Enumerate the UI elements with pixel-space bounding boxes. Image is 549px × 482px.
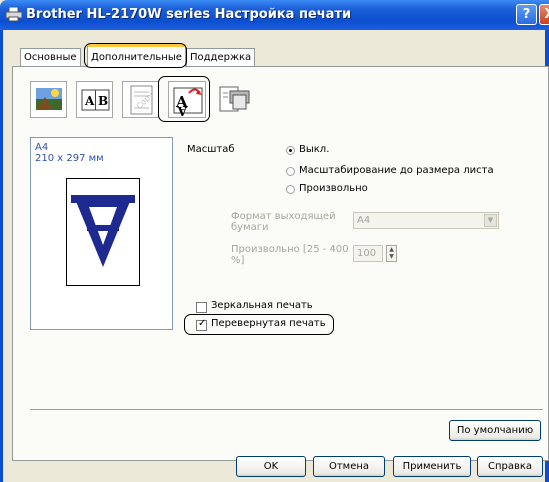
reverse-print-highlight-callout <box>184 314 334 335</box>
preview-paper-name: A4 <box>35 142 49 153</box>
output-paper-label: Формат выходящей бумаги <box>231 211 336 233</box>
divider <box>30 409 543 411</box>
free-scale-label: Произвольно [25 - 400 %] <box>231 244 349 266</box>
quality-tool-button[interactable] <box>30 81 67 118</box>
spin-up-icon[interactable]: ▲ <box>387 246 396 253</box>
window-title: Brother HL-2170W series Настройка печати <box>26 7 352 22</box>
window-border-left <box>0 30 3 482</box>
mirror-print-checkbox[interactable] <box>196 302 207 313</box>
quality-icon <box>36 88 62 110</box>
tab-basic[interactable]: Основные <box>20 48 81 66</box>
scaling-fit-radio[interactable] <box>286 167 295 176</box>
tab-support[interactable]: Поддержка <box>186 48 256 66</box>
help-button[interactable]: Справка <box>477 456 543 477</box>
scaling-fit-label[interactable]: Масштабирование до размера листа <box>299 165 494 176</box>
help-title-button[interactable]: ? <box>516 4 537 25</box>
close-button[interactable]: X <box>539 4 549 25</box>
default-button[interactable]: По умолчанию <box>449 420 541 441</box>
reversed-letter-icon <box>71 195 135 267</box>
scaling-off-label[interactable]: Выкл. <box>299 144 329 155</box>
free-scale-spinner[interactable]: ▲ ▼ <box>386 245 397 262</box>
preview-paper-size: 210 x 297 мм <box>35 153 104 164</box>
page-preview: A4 210 x 297 мм <box>30 137 173 330</box>
ok-button[interactable]: OK <box>236 456 306 477</box>
apply-button[interactable]: Применить <box>393 456 471 477</box>
device-options-tool-button[interactable] <box>216 81 253 118</box>
scaling-free-label[interactable]: Произвольно <box>299 183 368 194</box>
preview-page <box>66 178 140 286</box>
output-paper-select[interactable]: A4 ▼ <box>353 212 499 229</box>
chevron-down-icon[interactable]: ▼ <box>484 214 497 227</box>
mirror-print-label[interactable]: Зеркальная печать <box>211 300 313 311</box>
title-bar[interactable]: Brother HL-2170W series Настройка печати… <box>0 0 549 30</box>
spin-down-icon[interactable]: ▼ <box>387 253 396 260</box>
free-scale-input[interactable]: 100 <box>353 245 383 262</box>
scaling-label: Масштаб <box>187 144 235 155</box>
tab-highlight-callout <box>84 43 187 68</box>
scaling-off-radio[interactable] <box>286 146 295 155</box>
watermark-icon: Copy <box>130 85 156 115</box>
multiple-page-tool-button[interactable]: A B <box>76 81 113 118</box>
svg-text:A: A <box>84 94 95 108</box>
svg-text:B: B <box>98 94 108 108</box>
page-setting-highlight-callout <box>158 76 210 122</box>
watermark-tool-button[interactable]: Copy <box>122 81 159 118</box>
scaling-free-radio[interactable] <box>286 185 295 194</box>
print-settings-window: Brother HL-2170W series Настройка печати… <box>0 0 549 482</box>
output-paper-value: A4 <box>357 215 371 226</box>
cancel-button[interactable]: Отмена <box>313 456 385 477</box>
device-options-icon <box>219 86 250 112</box>
printer-icon <box>5 6 23 22</box>
multiple-page-icon: A B <box>81 89 110 111</box>
